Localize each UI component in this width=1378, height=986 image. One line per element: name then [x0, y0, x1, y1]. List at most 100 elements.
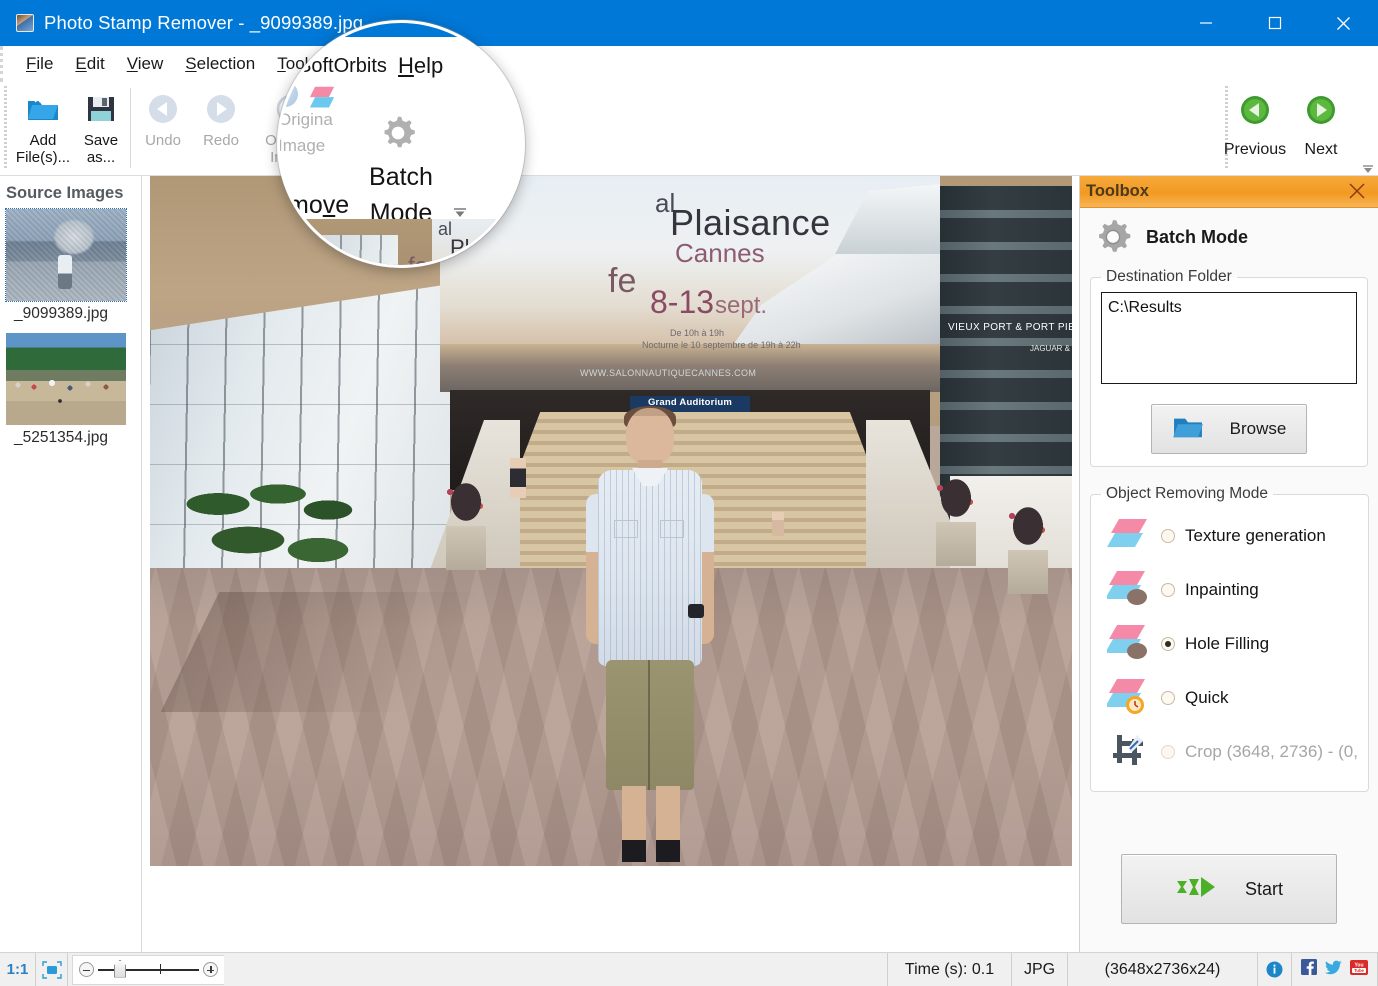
redo-arrow-icon — [202, 90, 240, 128]
next-button[interactable]: Next — [1288, 86, 1354, 159]
billboard-text-dates: 8-13 — [650, 284, 714, 321]
subject-leg-right — [656, 786, 680, 846]
destination-folder-legend: Destination Folder — [1101, 268, 1237, 286]
zoom-in-icon[interactable] — [203, 962, 218, 977]
undo-button[interactable]: Undo — [134, 84, 192, 149]
folder-add-icon — [24, 90, 62, 128]
radio-hole-filling[interactable] — [1161, 637, 1175, 651]
menu-file[interactable]: File — [15, 54, 64, 74]
zoom-slider[interactable] — [72, 955, 224, 985]
eraser-blob-icon — [1107, 623, 1151, 665]
undo-arrow-icon — [144, 90, 182, 128]
radio-inpainting[interactable] — [1161, 583, 1175, 597]
add-files-button[interactable]: AddFile(s)... — [14, 84, 72, 167]
subject-pocket-right — [660, 520, 684, 538]
billboard-text-port: VIEUX PORT & PORT PIERRE CANTO — [948, 322, 1072, 333]
browse-label: Browse — [1230, 419, 1287, 439]
title-bar: Photo Stamp Remover - _9099389.jpg — [0, 0, 1378, 46]
billboard-text-month: sept. — [715, 292, 767, 320]
option-label: Texture generation — [1185, 526, 1326, 546]
magnified-undo-icon — [277, 81, 298, 107]
thumbnail-image[interactable] — [6, 333, 126, 425]
zoom-slider-thumb[interactable] — [114, 960, 126, 978]
redo-button[interactable]: Redo — [192, 84, 250, 149]
magnified-menu-help: Help — [398, 53, 443, 79]
zoom-slider-track[interactable] — [98, 969, 199, 971]
magnifier-content: SoftOrbits Help OriginaImage move Batch — [280, 23, 522, 265]
next-label: Next — [1305, 141, 1338, 159]
destination-folder-input[interactable] — [1101, 292, 1357, 384]
option-texture-generation[interactable]: Texture generation — [1101, 509, 1358, 563]
radio-quick[interactable] — [1161, 691, 1175, 705]
floppy-save-icon — [82, 90, 120, 128]
previous-label: Previous — [1224, 141, 1286, 159]
option-inpainting[interactable]: Inpainting — [1101, 563, 1358, 617]
image-canvas-area[interactable]: al Plaisance Cannes fe 8-13 sept. De 10h… — [142, 176, 1079, 952]
minimize-button[interactable] — [1171, 0, 1240, 46]
toolbar-separator-1 — [130, 88, 131, 168]
toolbar-navigation-group: Previous Next — [1222, 86, 1354, 159]
magnified-photo-glass — [280, 235, 398, 268]
save-as-button[interactable]: Saveas... — [72, 84, 130, 167]
radio-crop — [1161, 745, 1175, 759]
application-window: Photo Stamp Remover - _9099389.jpg File … — [0, 0, 1378, 986]
object-removing-mode-legend: Object Removing Mode — [1101, 485, 1273, 503]
browse-row: Browse — [1101, 404, 1357, 454]
photo-planter — [1008, 550, 1048, 594]
billboard-text-cannes: Cannes — [675, 238, 765, 269]
toolbox-title: Toolbox — [1080, 182, 1149, 201]
toolbox-mode-title: Batch Mode — [1146, 227, 1248, 248]
subject-wristwatch — [688, 604, 704, 618]
option-crop: Crop (3648, 2736) - (0, — [1101, 725, 1358, 779]
zoom-out-icon[interactable] — [79, 962, 94, 977]
toolbox-close-icon[interactable] — [1348, 182, 1366, 200]
svg-text:Tube: Tube — [1354, 968, 1364, 973]
subject-shorts — [606, 660, 694, 790]
photo-main-subject — [580, 408, 720, 863]
option-quick[interactable]: Quick — [1101, 671, 1358, 725]
photo-preview[interactable]: al Plaisance Cannes fe 8-13 sept. De 10h… — [150, 176, 1072, 866]
option-hole-filling[interactable]: Hole Filling — [1101, 617, 1358, 671]
photo-background-person — [772, 512, 784, 536]
photo-planter — [936, 522, 976, 566]
photo-background-person — [510, 458, 526, 498]
facebook-icon[interactable] — [1301, 959, 1317, 980]
list-item[interactable]: _9099389.jpg — [0, 209, 141, 333]
billboard-text-sponsors: JAGUAR & BLANCPAIN — [1030, 344, 1072, 353]
fit-to-window-icon[interactable] — [36, 953, 68, 986]
thumbnail-label: _5251354.jpg — [6, 425, 141, 457]
twitter-icon[interactable] — [1325, 960, 1342, 980]
photo-planter — [446, 526, 486, 570]
menu-edit[interactable]: Edit — [64, 54, 115, 74]
object-removing-mode-group: Object Removing Mode Texture generation — [1090, 485, 1369, 792]
destination-folder-group: Destination Folder Browse — [1090, 268, 1368, 467]
list-item[interactable]: _5251354.jpg — [0, 333, 141, 457]
toolbox-mode-header: Batch Mode — [1080, 208, 1378, 264]
undo-label: Undo — [145, 132, 181, 149]
start-button[interactable]: Start — [1121, 854, 1337, 924]
social-links: You Tube — [1292, 953, 1378, 986]
radio-texture-generation[interactable] — [1161, 529, 1175, 543]
menu-selection[interactable]: Selection — [174, 54, 266, 74]
previous-button[interactable]: Previous — [1222, 86, 1288, 159]
info-icon[interactable] — [1258, 953, 1292, 986]
browse-button[interactable]: Browse — [1151, 404, 1307, 454]
zoom-ratio-label[interactable]: 1:1 — [0, 953, 36, 986]
thumbnail-image[interactable] — [6, 209, 126, 301]
subject-sock-left — [622, 840, 646, 862]
youtube-icon[interactable]: You Tube — [1350, 960, 1368, 980]
billboard-text-hours-1: De 10h à 19h — [670, 328, 724, 338]
close-button[interactable] — [1309, 0, 1378, 46]
photo-palm-trees — [168, 476, 368, 596]
menu-bar: File Edit View Selection Tools SoftOrbit… — [0, 46, 1378, 82]
next-arrow-icon — [1305, 94, 1337, 131]
start-row: Start — [1080, 854, 1378, 924]
toolbar-expand-chevron-icon[interactable] — [1361, 161, 1375, 171]
crop-icon — [1107, 731, 1151, 773]
option-label: Inpainting — [1185, 580, 1259, 600]
magnified-title-strip — [280, 23, 522, 37]
option-label: Quick — [1185, 688, 1228, 708]
maximize-button[interactable] — [1240, 0, 1309, 46]
subject-pocket-left — [614, 520, 638, 538]
menu-view[interactable]: View — [116, 54, 175, 74]
